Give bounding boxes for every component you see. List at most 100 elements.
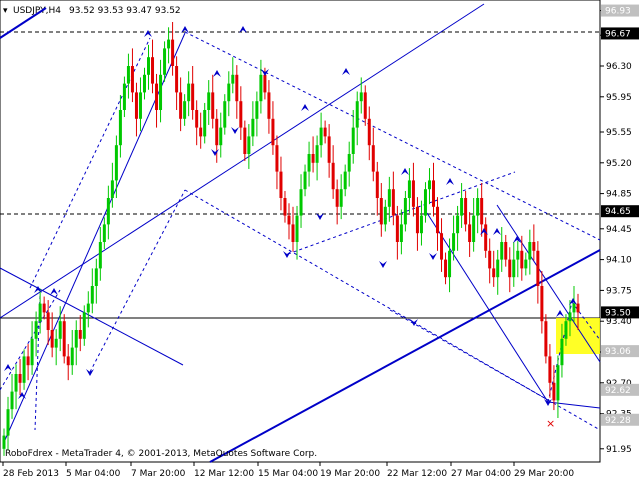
- candle-body: [464, 198, 468, 225]
- candle-body: [452, 233, 456, 251]
- fractal-down-icon: [283, 251, 291, 258]
- candle-body: [195, 110, 199, 128]
- fractal-down-icon: [86, 369, 94, 376]
- y-tick-label: 93.75: [606, 286, 632, 296]
- candle-body: [508, 259, 512, 278]
- candle-body: [387, 189, 391, 207]
- candle-body: [26, 356, 30, 366]
- candle-body: [18, 374, 22, 383]
- price-marker-label: 96.93: [605, 7, 631, 17]
- y-tick-label: 94.45: [606, 225, 632, 235]
- candle-body: [10, 391, 14, 410]
- candle-body: [175, 66, 179, 93]
- fractal-down-icon: [379, 261, 387, 268]
- candle-body: [6, 409, 10, 436]
- price-marker-label: 96.67: [605, 29, 631, 39]
- y-tick-label: 94.10: [606, 256, 632, 266]
- candle-body: [42, 303, 46, 313]
- fractal-up-icon: [446, 178, 454, 185]
- candle-body: [215, 118, 219, 146]
- trendline-bottom: [547, 401, 601, 409]
- candle-body: [480, 198, 484, 225]
- cross-mark-icon: ×: [546, 417, 555, 430]
- price-marker-label: 93.50: [605, 308, 631, 318]
- x-tick-label: 28 Feb 2013: [3, 469, 59, 479]
- candle-body: [568, 312, 572, 322]
- candle-body: [263, 74, 267, 93]
- candle-body: [532, 242, 536, 251]
- candle-body: [34, 321, 38, 339]
- y-tick-label: 91.95: [606, 445, 632, 455]
- candle-body: [436, 206, 440, 234]
- candle-body: [126, 66, 130, 84]
- candle-body: [476, 198, 480, 216]
- fractal-up-icon: [493, 228, 501, 235]
- candle-body: [363, 92, 367, 119]
- candle-body: [536, 250, 540, 286]
- candle-body: [239, 101, 243, 128]
- candle-body: [187, 83, 191, 102]
- time-axis[interactable]: 28 Feb 2013 5 Mar 04:00 7 Mar 20:00 12 Mar …: [2, 462, 574, 479]
- candle-body: [456, 215, 460, 234]
- candle-body: [419, 215, 423, 234]
- candle-body: [94, 268, 98, 286]
- candle-body: [319, 127, 323, 146]
- price-marker-label: 92.28: [605, 416, 631, 426]
- candle-body: [548, 356, 552, 383]
- candle-body: [231, 74, 235, 84]
- candle-body: [440, 233, 444, 260]
- candle-body: [315, 145, 319, 163]
- candle-body: [102, 224, 106, 242]
- candle-body: [267, 92, 271, 119]
- fractal-up-icon: [401, 168, 409, 175]
- candle-body: [399, 224, 403, 242]
- fractal-up-icon: [50, 288, 58, 295]
- candle-body: [556, 365, 560, 401]
- candle-body: [147, 57, 151, 75]
- candle-body: [395, 215, 399, 242]
- candle-body: [552, 382, 556, 401]
- candle-body: [540, 286, 544, 322]
- candle-body: [564, 321, 568, 339]
- candle-body: [134, 92, 138, 119]
- candle-body: [219, 127, 223, 146]
- fractal-down-icon: [316, 213, 324, 220]
- candle-body: [335, 189, 339, 207]
- chart-window[interactable]: ▾ USDJPY,H4 93.52 93.53 93.47 93.52 × 96…: [0, 0, 640, 480]
- candle-body: [520, 250, 524, 269]
- candle-body: [572, 303, 576, 313]
- trendline-upper-channel: [0, 3, 485, 319]
- x-tick-label: 15 Mar 04:00: [258, 469, 318, 479]
- candle-body: [347, 154, 351, 172]
- candle-body: [279, 171, 283, 198]
- candle-body: [50, 330, 54, 348]
- candle-body: [295, 215, 299, 242]
- fractal-up-icon: [4, 364, 12, 371]
- candle-body: [171, 39, 175, 66]
- candle-body: [183, 101, 187, 119]
- candle-body: [427, 180, 431, 190]
- price-chart[interactable]: ▾ USDJPY,H4 93.52 93.53 93.47 93.52 × 96…: [0, 0, 640, 480]
- candle-body: [287, 215, 291, 225]
- candle-body: [211, 92, 215, 119]
- candle-body: [38, 303, 42, 322]
- x-tick-label: 19 Mar 20:00: [320, 469, 380, 479]
- candle-body: [448, 250, 452, 278]
- candle-body: [379, 198, 383, 225]
- candle-body: [411, 180, 415, 207]
- candle-body: [323, 127, 327, 137]
- price-marker-label: 94.65: [605, 207, 631, 217]
- candle-body: [66, 356, 70, 366]
- candle-body: [415, 206, 419, 234]
- candle-body: [142, 74, 146, 93]
- candle-body: [22, 356, 26, 383]
- candle-body: [492, 268, 496, 278]
- candle-body: [259, 74, 263, 102]
- trendline-dash-2: [184, 189, 549, 401]
- candle-body: [472, 215, 476, 242]
- trendline-dash-5: [89, 189, 186, 373]
- candle-body: [159, 74, 163, 110]
- candle-body: [431, 180, 435, 207]
- fractal-down-icon: [231, 127, 239, 134]
- candle-body: [243, 127, 247, 154]
